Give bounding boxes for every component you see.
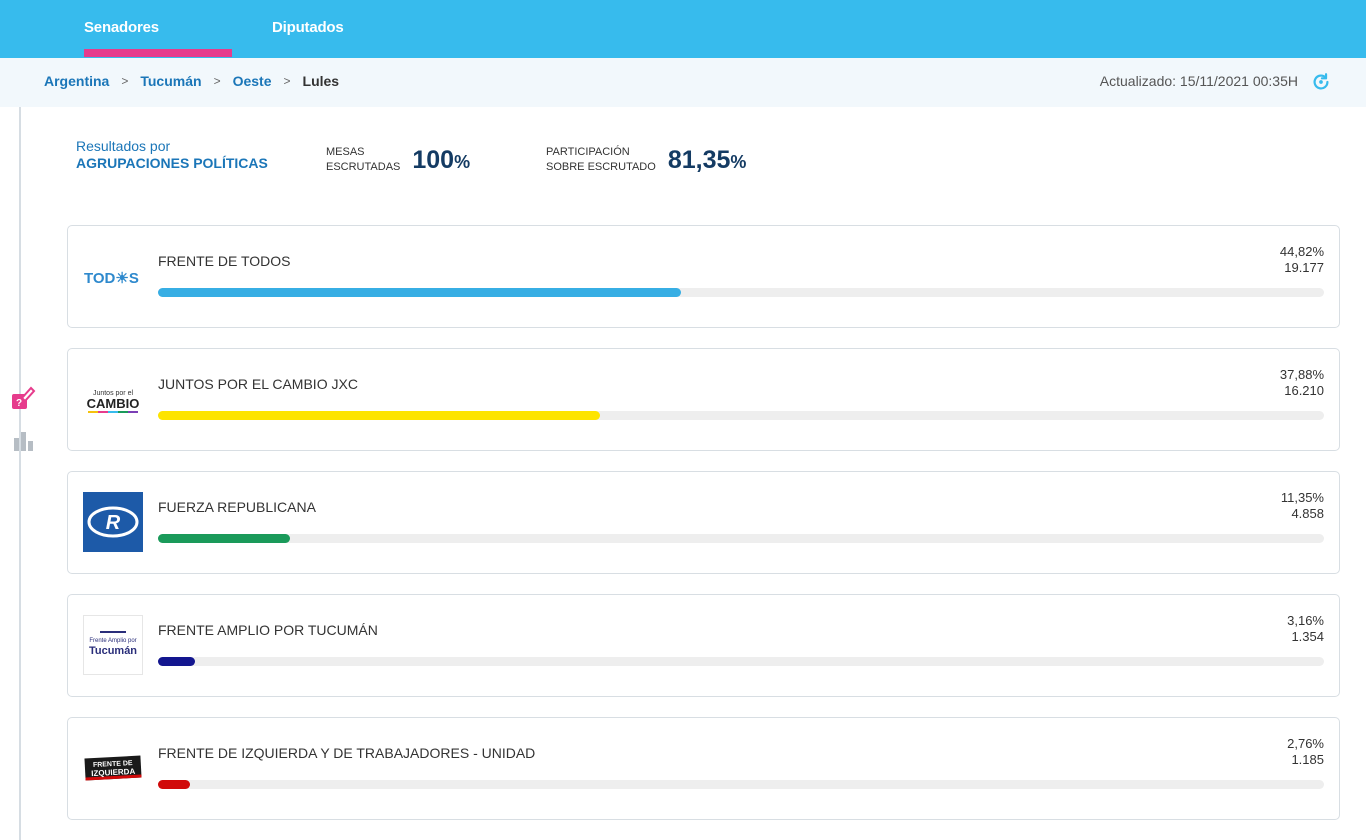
fuerza-republicana-logo: R	[83, 492, 143, 552]
breadcrumb-tucuman[interactable]: Tucumán	[140, 73, 201, 89]
party-bar-fill	[158, 534, 291, 543]
mesas-label: MESAS ESCRUTADAS	[326, 145, 400, 175]
vote-ballot-icon[interactable]: ?	[10, 384, 36, 412]
breadcrumb: Argentina > Tucumán > Oeste > Lules	[44, 73, 339, 89]
party-name: FUERZA REPUBLICANA	[158, 499, 316, 515]
party-votes: 16.210	[1284, 383, 1324, 398]
party-bar-track	[158, 534, 1324, 543]
party-bar-track	[158, 288, 1324, 297]
updated-timestamp: Actualizado: 15/11/2021 00:35H	[1099, 73, 1298, 89]
results-by-line1: Resultados por	[76, 138, 171, 154]
tab-diputados-nacionales[interactable]: Diputados Nacionales	[272, 0, 422, 92]
party-votes: 4.858	[1291, 506, 1324, 521]
party-bar-track	[158, 411, 1324, 420]
mesas-value: 100%	[412, 146, 470, 175]
party-votes: 1.185	[1291, 752, 1324, 767]
top-nav: Senadores Nacionales Diputados Nacionale…	[0, 0, 1366, 92]
party-name: JUNTOS POR EL CAMBIO JXC	[158, 376, 358, 392]
party-bar-fill	[158, 657, 195, 666]
mesas-escrutadas-stat: MESAS ESCRUTADAS 100%	[326, 145, 470, 175]
party-votes: 1.354	[1291, 629, 1324, 644]
party-card-fuerza-republicana[interactable]: R FUERZA REPUBLICANA 11,35% 4.858	[67, 471, 1340, 574]
party-card-juntos-por-el-cambio[interactable]: Juntos por el CAMBIO JUNTOS POR EL CAMBI…	[67, 348, 1340, 451]
party-bar-track	[158, 780, 1324, 789]
fuerza-republicana-logo-text: R	[106, 512, 121, 534]
jxc-logo-line2: CAMBIO	[87, 396, 140, 411]
participacion-label-line2: SOBRE ESCRUTADO	[546, 161, 656, 173]
party-percent: 37,88%	[1279, 367, 1324, 382]
frente-de-izquierda-logo: FRENTE DE IZQUIERDA	[84, 755, 142, 781]
party-percent: 3,16%	[1287, 613, 1324, 628]
party-name: FRENTE DE TODOS	[158, 253, 291, 269]
participacion-label-line1: PARTICIPACIÓN	[546, 146, 630, 158]
mesas-label-line1: MESAS	[326, 146, 365, 158]
party-bar-fill	[158, 780, 191, 789]
party-percent: 44,82%	[1279, 244, 1324, 259]
mesas-percent-sign: %	[454, 151, 471, 172]
breadcrumb-separator: >	[283, 74, 291, 88]
party-card-frente-de-todos[interactable]: TOD☀S FRENTE DE TODOS 44,82% 19.177	[67, 225, 1340, 328]
results-by-line2: AGRUPACIONES POLÍTICAS	[76, 155, 268, 171]
breadcrumb-separator: >	[121, 74, 129, 88]
party-bar-fill	[158, 288, 681, 297]
frente-amplio-logo-line2: Tucumán	[89, 645, 137, 657]
svg-text:?: ?	[16, 398, 22, 409]
breadcrumb-current: Lules	[302, 73, 340, 89]
results-by-label: Resultados por AGRUPACIONES POLÍTICAS	[76, 138, 268, 171]
frente-amplio-logo-line1: Frente Amplio por	[89, 638, 136, 644]
party-name: FRENTE AMPLIO POR TUCUMÁN	[158, 622, 378, 638]
party-name: FRENTE DE IZQUIERDA Y DE TRABAJADORES - …	[158, 745, 536, 761]
frente-amplio-logo: Frente Amplio por Tucumán	[83, 615, 143, 675]
participacion-percent-sign: %	[730, 151, 747, 172]
breadcrumb-oeste[interactable]: Oeste	[233, 73, 272, 89]
party-percent: 11,35%	[1280, 490, 1324, 505]
frente-de-todos-logo: TOD☀S	[84, 270, 139, 287]
breadcrumb-bar: Argentina > Tucumán > Oeste > Lules Actu…	[0, 58, 1366, 107]
participacion-label: PARTICIPACIÓN SOBRE ESCRUTADO	[546, 145, 656, 175]
party-card-frente-amplio[interactable]: Frente Amplio por Tucumán FRENTE AMPLIO …	[67, 594, 1340, 697]
mesas-number: 100	[412, 145, 455, 174]
breadcrumb-separator: >	[213, 74, 221, 88]
tab-senadores-nacionales[interactable]: Senadores Nacionales	[84, 0, 232, 92]
mesas-label-line2: ESCRUTADAS	[326, 161, 401, 173]
party-bar-fill	[158, 411, 600, 420]
party-bar-track	[158, 657, 1324, 666]
bar-chart-icon[interactable]	[12, 430, 34, 452]
breadcrumb-argentina[interactable]: Argentina	[44, 73, 109, 89]
side-rail	[19, 107, 21, 840]
participacion-value: 81,35%	[668, 146, 747, 175]
juntos-por-el-cambio-logo: Juntos por el CAMBIO	[87, 390, 140, 413]
party-percent: 2,76%	[1287, 736, 1324, 751]
participacion-number: 81,35	[667, 145, 731, 174]
frente-de-todos-logo-text: TOD☀S	[84, 270, 139, 287]
party-votes: 19.177	[1284, 260, 1324, 275]
participacion-stat: PARTICIPACIÓN SOBRE ESCRUTADO 81,35%	[546, 145, 746, 175]
party-card-frente-de-izquierda[interactable]: FRENTE DE IZQUIERDA FRENTE DE IZQUIERDA …	[67, 717, 1340, 820]
refresh-icon[interactable]	[1310, 71, 1332, 93]
